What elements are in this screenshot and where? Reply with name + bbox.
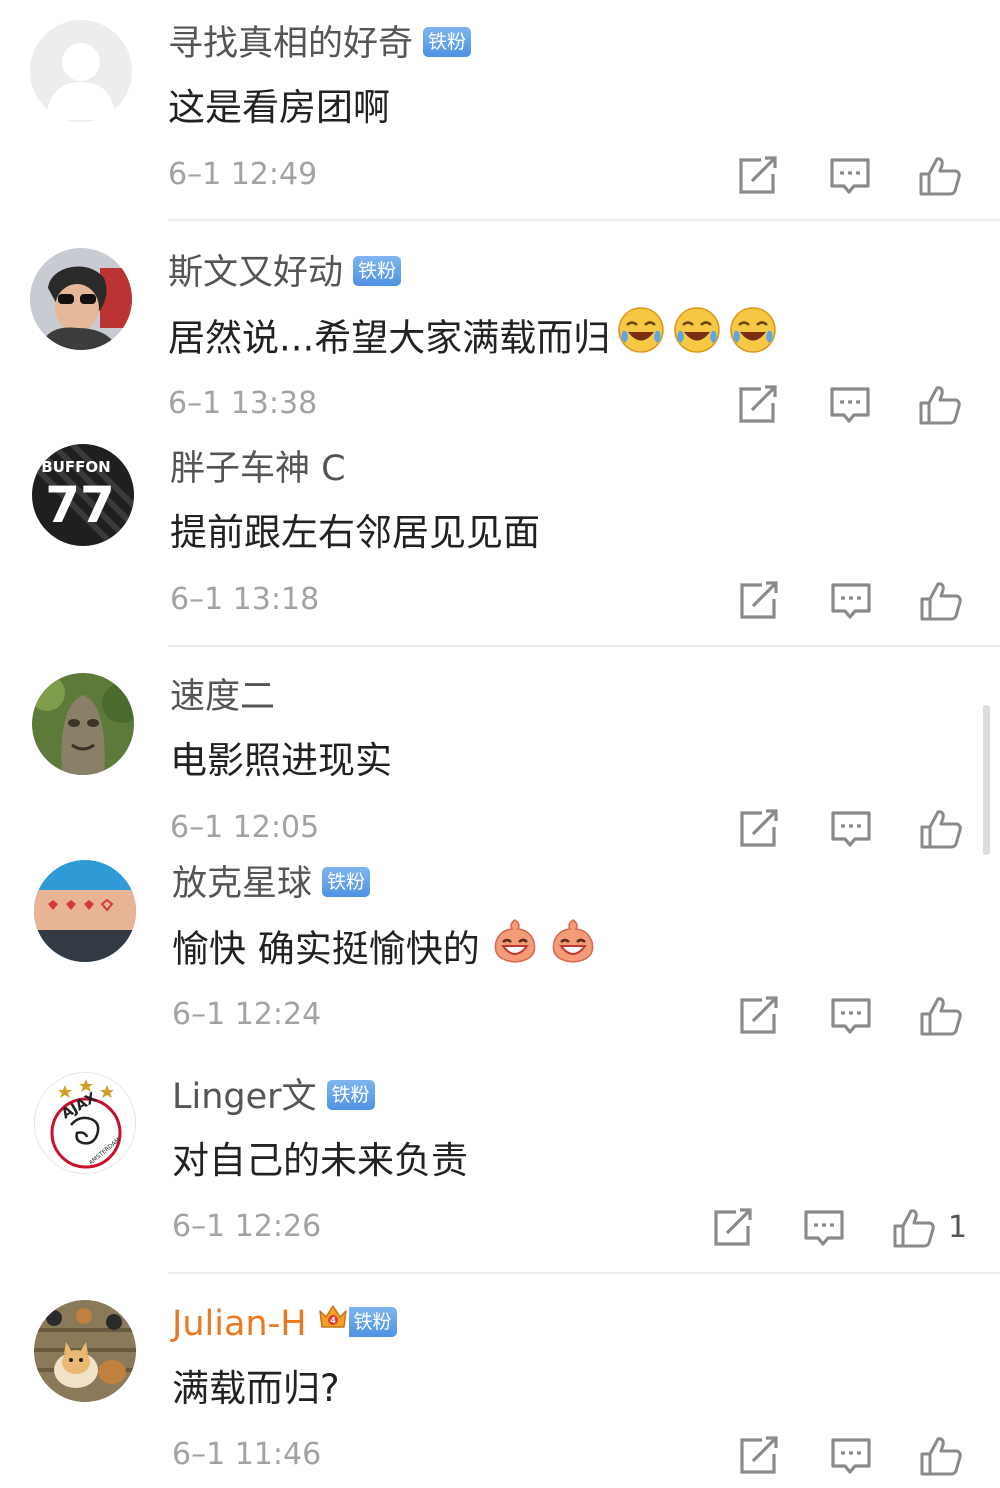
share-icon[interactable] [737, 383, 781, 427]
like-icon[interactable] [919, 994, 963, 1038]
comment-icon[interactable] [828, 154, 872, 198]
comment-icon[interactable] [829, 1434, 873, 1478]
fan-badge: 铁粉 [326, 1080, 375, 1110]
fan-badge: 铁粉 [348, 1307, 397, 1337]
comment-text-content: 居然说...希望大家满载而归 [168, 316, 611, 360]
username-text[interactable]: 放克星球 [172, 864, 312, 904]
comment-icon[interactable] [828, 383, 872, 427]
username[interactable]: 放克星球 铁粉 [172, 862, 371, 906]
divider [168, 645, 1000, 647]
comment-text: 这是看房团啊 [168, 84, 390, 132]
user-avatar[interactable] [34, 1300, 136, 1402]
like-count: 1 [948, 1210, 968, 1245]
comment-text: 对自己的未来负责 [172, 1137, 468, 1185]
like-icon[interactable] [919, 1434, 963, 1478]
tree-face-avatar [32, 673, 134, 775]
like-icon[interactable] [919, 579, 963, 623]
comment-text: 提前跟左右邻居见见面 [170, 509, 540, 557]
scrollbar[interactable] [983, 705, 990, 855]
like-icon[interactable] [918, 154, 962, 198]
user-avatar[interactable] [34, 860, 136, 962]
share-icon[interactable] [738, 994, 782, 1038]
comment-list: 寻找真相的好奇 铁粉 这是看房团啊 6–1 12:49 斯文又好动 铁粉 居然说… [0, 0, 1000, 1488]
comment-text-content: 对自己的未来负责 [172, 1139, 468, 1182]
comment-icon[interactable] [829, 807, 873, 851]
jersey-name: BUFFON [41, 458, 110, 476]
comment-time: 6–1 12:24 [172, 997, 322, 1032]
username[interactable]: 胖子车神 C [170, 447, 346, 491]
comment-text-content: 提前跟左右邻居见见面 [170, 511, 540, 554]
like-icon[interactable] [918, 383, 962, 427]
vip-level: 4 [330, 1316, 336, 1325]
comment-text: 满载而归? [172, 1365, 340, 1413]
share-icon[interactable] [738, 1434, 782, 1478]
like-icon[interactable] [892, 1206, 936, 1250]
hearts-arm-avatar [34, 860, 136, 962]
username[interactable]: 速度二 [170, 675, 275, 719]
dogs-avatar [34, 1300, 136, 1402]
comment-text: 居然说...希望大家满载而归 [168, 307, 778, 367]
username[interactable]: 寻找真相的好奇 铁粉 [168, 22, 472, 66]
username[interactable]: Linger文 铁粉 [172, 1075, 375, 1119]
crown-icon: 4 [317, 1300, 349, 1344]
jersey-avatar: 77 BUFFON [32, 444, 134, 546]
user-avatar[interactable]: AJAX AMSTERDAM [34, 1072, 136, 1174]
divider [168, 219, 1000, 221]
fan-badge: 铁粉 [353, 256, 402, 286]
comment-text: 愉快 确实挺愉快的 [172, 919, 598, 978]
fan-badge: 铁粉 [423, 27, 472, 57]
grin-face-emoji-icon [548, 916, 598, 978]
share-icon[interactable] [738, 579, 782, 623]
grin-face-emoji-icon [490, 916, 540, 978]
share-icon[interactable] [712, 1206, 756, 1250]
comment-time: 6–1 12:26 [172, 1209, 322, 1244]
username-text[interactable]: 速度二 [170, 677, 275, 717]
comment-time: 6–1 13:38 [168, 386, 318, 421]
comment-text-content: 满载而归? [172, 1367, 340, 1410]
comment-text-content: 电影照进现实 [170, 739, 392, 782]
username-text[interactable]: 胖子车神 C [170, 449, 346, 489]
laugh-cry-emoji-icon [728, 305, 778, 367]
username[interactable]: 斯文又好动 铁粉 [168, 251, 402, 295]
username[interactable]: Julian-H 4 铁粉 [172, 1302, 397, 1346]
like-icon[interactable] [919, 807, 963, 851]
comment-time: 6–1 13:18 [170, 582, 320, 617]
share-icon[interactable] [738, 807, 782, 851]
comment-time: 6–1 12:05 [170, 810, 320, 845]
fan-badge: 铁粉 [322, 867, 371, 897]
user-avatar[interactable] [30, 20, 132, 122]
laugh-cry-emoji-icon [616, 305, 666, 367]
divider [168, 1272, 1000, 1274]
default-avatar-icon [30, 20, 132, 122]
laugh-cry-emoji-icon [672, 305, 722, 367]
user-avatar[interactable] [30, 248, 132, 350]
comment-text-content: 这是看房团啊 [168, 86, 390, 129]
comment-icon[interactable] [829, 994, 873, 1038]
username-text[interactable]: 斯文又好动 [168, 253, 343, 293]
comment-icon[interactable] [802, 1206, 846, 1250]
username-text[interactable]: 寻找真相的好奇 [168, 24, 413, 64]
username-text[interactable]: Linger文 [172, 1077, 317, 1117]
comment-text: 电影照进现实 [170, 737, 392, 785]
jersey-number: 77 [45, 476, 115, 534]
comment-time: 6–1 12:49 [168, 157, 318, 192]
woman-sunglasses-avatar [30, 248, 132, 350]
comment-time: 6–1 11:46 [172, 1437, 322, 1472]
user-avatar[interactable] [32, 673, 134, 775]
ajax-logo-avatar: AJAX AMSTERDAM [35, 1073, 135, 1173]
share-icon[interactable] [737, 154, 781, 198]
comment-icon[interactable] [829, 579, 873, 623]
username-text[interactable]: Julian-H [172, 1304, 307, 1344]
user-avatar[interactable]: 77 BUFFON [32, 444, 134, 546]
comment-text-content: 愉快 确实挺愉快的 [172, 927, 480, 971]
